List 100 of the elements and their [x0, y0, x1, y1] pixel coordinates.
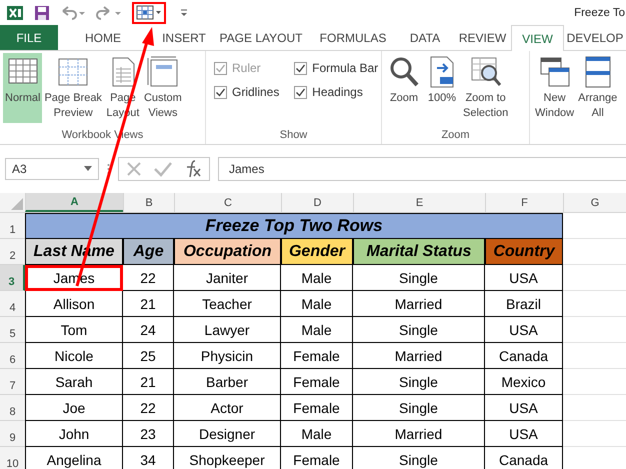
customize-caret-icon[interactable] — [180, 8, 188, 18]
ribbon-button[interactable]: Zoom — [385, 53, 423, 123]
column-header[interactable]: G — [563, 193, 626, 212]
table-cell: 34 — [123, 447, 174, 469]
table-cell: 25 — [123, 343, 174, 369]
checkmark-icon — [295, 86, 306, 98]
table-cell: 21 — [123, 291, 174, 317]
ribbon-button[interactable]: 100% — [423, 53, 461, 123]
column-header[interactable]: D — [281, 193, 353, 212]
table-cell: Male — [281, 265, 353, 291]
row-header[interactable]: 6 — [0, 343, 25, 369]
check-icon[interactable] — [153, 160, 173, 178]
column-heading: Occupation — [174, 239, 281, 265]
table-cell: Physicin — [174, 343, 281, 369]
column-heading: Marital Status — [353, 239, 485, 265]
ribbon-tab[interactable]: FORMULAS — [310, 25, 396, 50]
table-cell: Barber — [174, 369, 281, 395]
column-heading: Gender — [281, 239, 353, 265]
name-box[interactable]: A3 — [5, 158, 99, 180]
column-heading: Country — [485, 239, 563, 265]
ribbon-button[interactable]: New Window — [533, 53, 576, 123]
table-cell: USA — [485, 395, 563, 421]
freeze-panes-button[interactable] — [132, 2, 166, 24]
ribbon-button[interactable]: Normal — [3, 53, 42, 123]
table-cell: Female — [281, 447, 353, 469]
table-cell: Married — [353, 421, 485, 447]
column-header[interactable]: E — [353, 193, 485, 212]
group-label: Zoom — [440, 129, 471, 141]
table-cell: Single — [353, 265, 485, 291]
ribbon-tab[interactable]: DEVELOP — [564, 25, 626, 50]
table-cell: Single — [353, 369, 485, 395]
column-header[interactable]: A — [25, 193, 123, 212]
window-title: Freeze To — [574, 6, 626, 18]
table-cell: Sarah — [25, 369, 123, 395]
table-cell: Angelina — [25, 447, 123, 469]
table-cell: Male — [281, 421, 353, 447]
ribbon-tab[interactable]: INSERT — [156, 25, 212, 50]
table-cell: 21 — [123, 369, 174, 395]
table-cell: Female — [281, 395, 353, 421]
ribbon-tab[interactable]: VIEW — [511, 25, 564, 51]
magnifier-grid-icon — [468, 55, 503, 89]
ribbon-tab[interactable]: HOME — [58, 25, 148, 50]
table-cell: Canada — [485, 447, 563, 469]
table-cell: Janiter — [174, 265, 281, 291]
table-cell: Married — [353, 291, 485, 317]
ribbon-button[interactable]: Zoom to Selection — [461, 53, 510, 123]
column-header[interactable]: B — [123, 193, 174, 212]
ribbon-tab[interactable]: PAGE LAYOUT — [212, 25, 310, 50]
ribbon-tab[interactable]: REVIEW — [454, 25, 511, 50]
spreadsheet-logo-icon — [6, 4, 24, 22]
column-heading: Age — [123, 239, 174, 265]
table-cell: John — [25, 421, 123, 447]
row-header[interactable]: 2 — [0, 239, 25, 265]
checkmark-icon — [215, 86, 226, 98]
table-cell: Married — [353, 343, 485, 369]
undo-icon[interactable] — [60, 4, 86, 20]
row-header[interactable]: 7 — [0, 369, 25, 395]
column-header[interactable]: F — [485, 193, 563, 212]
column-header[interactable]: C — [174, 193, 281, 212]
checkmark-icon — [295, 62, 306, 74]
ribbon-button[interactable]: Arrange All — [576, 53, 620, 123]
ribbon-button[interactable]: Custom Views — [142, 53, 184, 123]
stacked-windows-icon — [538, 55, 572, 89]
redo-icon[interactable] — [96, 4, 122, 20]
table-cell: Nicole — [25, 343, 123, 369]
table-cell: USA — [485, 421, 563, 447]
row-header[interactable]: 9 — [0, 421, 25, 447]
table-cell: 24 — [123, 317, 174, 343]
ribbon-tab[interactable]: FILE — [0, 25, 58, 50]
select-all-triangle-icon[interactable] — [11, 198, 23, 210]
table-cell: Single — [353, 395, 485, 421]
formula-input[interactable]: James — [218, 157, 626, 181]
table-cell: Joe — [25, 395, 123, 421]
ribbon-button[interactable]: Page Break Preview — [42, 53, 104, 123]
row-header[interactable]: 1 — [0, 213, 25, 239]
checkbox[interactable]: Formula Bar — [294, 61, 381, 75]
window-frame-icon — [146, 55, 180, 89]
table-cell: Male — [281, 291, 353, 317]
table-cell: 22 — [123, 265, 174, 291]
table-cell: Designer — [174, 421, 281, 447]
checkbox[interactable]: Headings — [294, 85, 381, 99]
row-header[interactable]: 10 — [0, 447, 25, 469]
checkmark-icon — [215, 62, 226, 74]
table-cell: Male — [281, 317, 353, 343]
table-cell: Shopkeeper — [174, 447, 281, 469]
ribbon-tab[interactable]: DATA — [396, 25, 454, 50]
cancel-icon[interactable] — [125, 160, 143, 178]
row-header[interactable]: 4 — [0, 291, 25, 317]
row-header[interactable]: 8 — [0, 395, 25, 421]
table-cell: USA — [485, 317, 563, 343]
table-cell: Actor — [174, 395, 281, 421]
table-cell: Female — [281, 343, 353, 369]
table-cell: Lawyer — [174, 317, 281, 343]
table-cell: Allison — [25, 291, 123, 317]
save-icon[interactable] — [34, 4, 50, 20]
row-header[interactable]: 3 — [0, 265, 25, 291]
checkbox[interactable]: Gridlines — [214, 85, 282, 99]
table-cell: Teacher — [174, 291, 281, 317]
table-cell: Canada — [485, 343, 563, 369]
row-header[interactable]: 5 — [0, 317, 25, 343]
